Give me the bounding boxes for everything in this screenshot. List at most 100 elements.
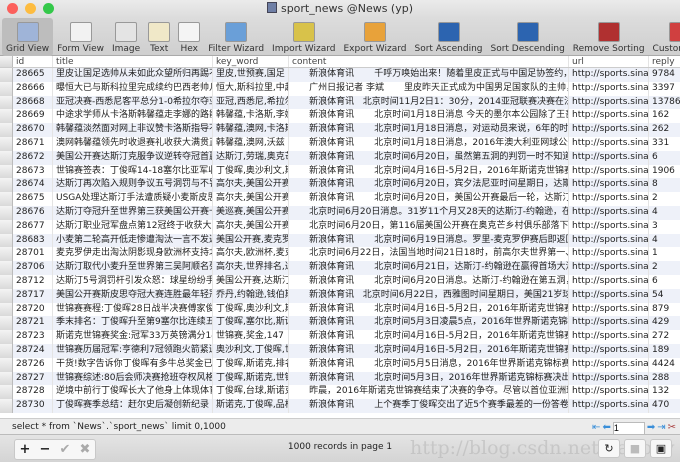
cell-url[interactable]: http://sports.sina.com.cn: [569, 178, 649, 193]
cell-title[interactable]: 中途求学师从卡洛斯韩馨蕴走李娜的路能否: [53, 109, 213, 124]
toolbar-image-button[interactable]: Image: [108, 18, 144, 56]
cell-url[interactable]: http://sports.sina.com.cn: [569, 205, 649, 220]
cell-title[interactable]: 韩馨蕴淡然面对网上非议赞卡洛斯指导不让: [53, 123, 213, 137]
cell-title[interactable]: 美国公开赛斯皮思夺冠大赛连胜最年轻冠军: [53, 288, 213, 303]
table-row[interactable]: 28683小麦第二轮高开低走惨遭淘汰一言不发返回美国公开赛,麦克罗伊 新浪体育讯…: [0, 233, 680, 248]
cell-url[interactable]: http://sports.sina.com.cn: [569, 274, 649, 289]
column-header-reply[interactable]: reply: [649, 56, 680, 67]
row-selector[interactable]: [0, 330, 13, 344]
table-row[interactable]: 28672 美国公开赛达斯汀克服争议逆转夺冠首赢大 达斯汀,劳瑞,奥克芒 新浪体育讯…: [0, 150, 680, 165]
cell-title[interactable]: 达斯汀职业冠军盘点第12冠终于收获大满贯: [53, 219, 213, 234]
toolbar-custom-sort-button[interactable]: Custom Sort: [649, 18, 680, 56]
cell-title[interactable]: 美国公开赛达斯汀克服争议逆转夺冠首赢大: [53, 150, 213, 165]
column-header-key_word[interactable]: key_word: [213, 56, 289, 67]
toolbar-import-wizard-button[interactable]: Import Wizard: [268, 18, 339, 56]
cell-id[interactable]: 28720: [13, 302, 53, 317]
cell-title[interactable]: 季末排名：丁俊晖升至第9塞尔比连续五赛: [53, 316, 213, 331]
cell-content[interactable]: 新浪体育讯 北京时间5月5日消息，2016年世界斯诺克锦标赛落下大: [289, 357, 569, 372]
cell-id[interactable]: 28668: [13, 95, 53, 110]
row-selector[interactable]: [0, 316, 13, 331]
cell-reply[interactable]: 470: [649, 399, 680, 413]
refresh-button[interactable]: ↻: [598, 439, 620, 458]
cell-reply[interactable]: 4: [649, 206, 680, 220]
cell-title[interactable]: 澳网韩馨蕴领先时收退赛礼收获大满贯正赛: [53, 136, 213, 151]
cell-reply[interactable]: 2: [649, 192, 680, 206]
cell-reply[interactable]: 1: [649, 247, 680, 261]
panel-toggle-button[interactable]: ▣: [650, 439, 672, 458]
cell-title[interactable]: 达斯汀5号洞罚杆引发众怒：球星纷纷手撕: [53, 274, 213, 289]
cell-content[interactable]: 新浪体育讯 上个赛季丁俊晖交出了近5个赛季最差的一份答卷。而了: [289, 399, 569, 413]
cell-url[interactable]: http://sports.sina.com.cn: [569, 95, 649, 110]
cell-content[interactable]: 新浪体育讯 北京时间1月18日消息，对运动员来说，6年的时间不算: [289, 123, 569, 137]
table-row[interactable]: 28665 里皮让国足选帅从未如此众望所归再踢不好 里皮,世预赛,国足 新浪体育讯 …: [0, 68, 680, 82]
row-selector[interactable]: [0, 274, 13, 289]
column-header-url[interactable]: url: [569, 56, 649, 67]
cell-url[interactable]: http://sports.sina.com.cn: [569, 68, 649, 82]
table-row[interactable]: 28671 澳网韩馨蕴领先时收退赛礼收获大满贯正赛 韩馨蕴,澳网,沃兹 新浪体育讯 …: [0, 136, 680, 151]
cell-url[interactable]: http://sports.sina.com.cn: [569, 192, 649, 206]
cell-content[interactable]: 新浪体育讯 北京时间6月20日，美国公开赛最后一轮，达斯汀-约翰: [289, 192, 569, 206]
cell-key_word[interactable]: 丁俊晖,斯诺克,排名: [213, 357, 289, 372]
toolbar-export-wizard-button[interactable]: Export Wizard: [339, 18, 410, 56]
cell-title[interactable]: 麦克罗伊走出淘汰阴影现身欧洲杯支持北爱: [53, 247, 213, 262]
cell-url[interactable]: http://sports.sina.com.cn: [569, 233, 649, 248]
cell-content[interactable]: 新浪体育讯 千呼万唤始出来！随着里皮正式与中国足协签约，成为: [289, 68, 569, 82]
cell-reply[interactable]: 54: [649, 289, 680, 303]
row-selector[interactable]: [0, 233, 13, 248]
cell-url[interactable]: http://sports.sina.com.cn: [569, 261, 649, 275]
row-selector[interactable]: [0, 288, 13, 303]
cell-reply[interactable]: 331: [649, 137, 680, 151]
toolbar-sort-descending-button[interactable]: Sort Descending: [487, 18, 569, 56]
cell-id[interactable]: 28674: [13, 178, 53, 193]
table-row[interactable]: 28706 达斯汀取代小麦升至世界第三吴阿顺名列1 高尔夫,世界排名,达 新浪体育讯…: [0, 261, 680, 275]
table-row[interactable]: 28668 亚冠决赛-西悉尼客平总分1-0希拉尔夺亚冠 亚冠,西悉尼,希拉尔 新浪体…: [0, 95, 680, 110]
table-row[interactable]: 28726 干货!数字告诉你丁俊晖有多牛总奖金已超2 丁俊晖,斯诺克,排名 新浪体育…: [0, 357, 680, 372]
cell-reply[interactable]: 272: [649, 330, 680, 344]
cell-reply[interactable]: 8: [649, 178, 680, 192]
cell-key_word[interactable]: 奥沙利文,丁俊晖,世: [213, 343, 289, 358]
cell-content[interactable]: 新浪体育讯 北京时间4月16日-5月2日，2016年斯诺克世锦赛将在克: [289, 164, 569, 179]
cell-url[interactable]: http://sports.sina.com.cn: [569, 219, 649, 234]
cell-title[interactable]: 斯诺克世锦赛奖金:冠军33万英镑满分147: [53, 330, 213, 344]
cell-id[interactable]: 28672: [13, 150, 53, 165]
cell-id[interactable]: 28675: [13, 192, 53, 206]
cell-content[interactable]: 新浪体育讯 北京时间6月22日，西雅图时间星期日，美国21岁球员乔: [289, 288, 569, 303]
cell-reply[interactable]: 288: [649, 372, 680, 386]
cell-title[interactable]: USGA处理达斯汀手法遭质疑小麦斯皮思发: [53, 192, 213, 206]
cell-key_word[interactable]: 韩馨蕴,卡洛斯,李娜: [213, 109, 289, 124]
zoom-window-button[interactable]: [43, 3, 54, 14]
table-row[interactable]: 28666 曝恒大已与斯科拉里完成续约巴西老帅几代 恒大,斯科拉里,中超 广州日报记…: [0, 81, 680, 96]
cell-title[interactable]: 世锦赛签表：丁俊晖14-18塞尔比亚军收官: [53, 164, 213, 179]
toolbar-remove-sorting-button[interactable]: Remove Sorting: [569, 18, 649, 56]
cell-reply[interactable]: 2: [649, 261, 680, 275]
row-selector[interactable]: [0, 399, 13, 413]
cell-reply[interactable]: 879: [649, 303, 680, 317]
cell-id[interactable]: 28706: [13, 261, 53, 275]
cell-id[interactable]: 28717: [13, 288, 53, 303]
cell-content[interactable]: 新浪体育讯 北京时间11月2日1：30分，2014亚冠联赛决赛在法赫德: [289, 95, 569, 110]
cell-id[interactable]: 28676: [13, 205, 53, 220]
toolbar-form-view-button[interactable]: Form View: [53, 18, 108, 56]
cell-title[interactable]: 达斯汀再次陷入规则争议五号洞罚与不罚都: [53, 178, 213, 193]
row-selector[interactable]: [0, 81, 13, 96]
row-selector[interactable]: [0, 192, 13, 206]
toolbar-hex-button[interactable]: Hex: [174, 18, 204, 56]
cell-content[interactable]: 新浪体育讯 北京时间1月18日消息 今天的墨尔本公园除了王蔷，还: [289, 109, 569, 124]
cell-id[interactable]: 28665: [13, 68, 53, 82]
cell-key_word[interactable]: 丁俊晖,斯诺克,世锦: [213, 371, 289, 386]
cell-id[interactable]: 28728: [13, 385, 53, 400]
cell-reply[interactable]: 4: [649, 234, 680, 248]
row-selector[interactable]: [0, 150, 13, 165]
cell-content[interactable]: 新浪体育讯 北京时间6月21日，达斯汀-约翰逊在赢得首场大满贯赛: [289, 261, 569, 275]
cell-title[interactable]: 丁俊晖赛季总结：赶尔史后凝创新纪录: [53, 399, 213, 413]
cell-key_word[interactable]: 斯诺克,丁俊晖,品格: [213, 399, 289, 413]
cell-id[interactable]: 28671: [13, 136, 53, 151]
cell-id[interactable]: 28683: [13, 233, 53, 248]
cell-key_word[interactable]: 高尔夫,美国公开赛,达: [213, 219, 289, 234]
cell-url[interactable]: http://sports.sina.com.cn: [569, 109, 649, 124]
row-selector[interactable]: [0, 178, 13, 193]
row-selector[interactable]: [0, 219, 13, 234]
cell-url[interactable]: http://sports.sina.com.cn: [569, 316, 649, 331]
minimize-window-button[interactable]: [25, 3, 36, 14]
cell-content[interactable]: 昨晨，2016年斯诺克世锦赛结束了决赛的争夺。尽管以首位亚洲球手的: [289, 385, 569, 400]
